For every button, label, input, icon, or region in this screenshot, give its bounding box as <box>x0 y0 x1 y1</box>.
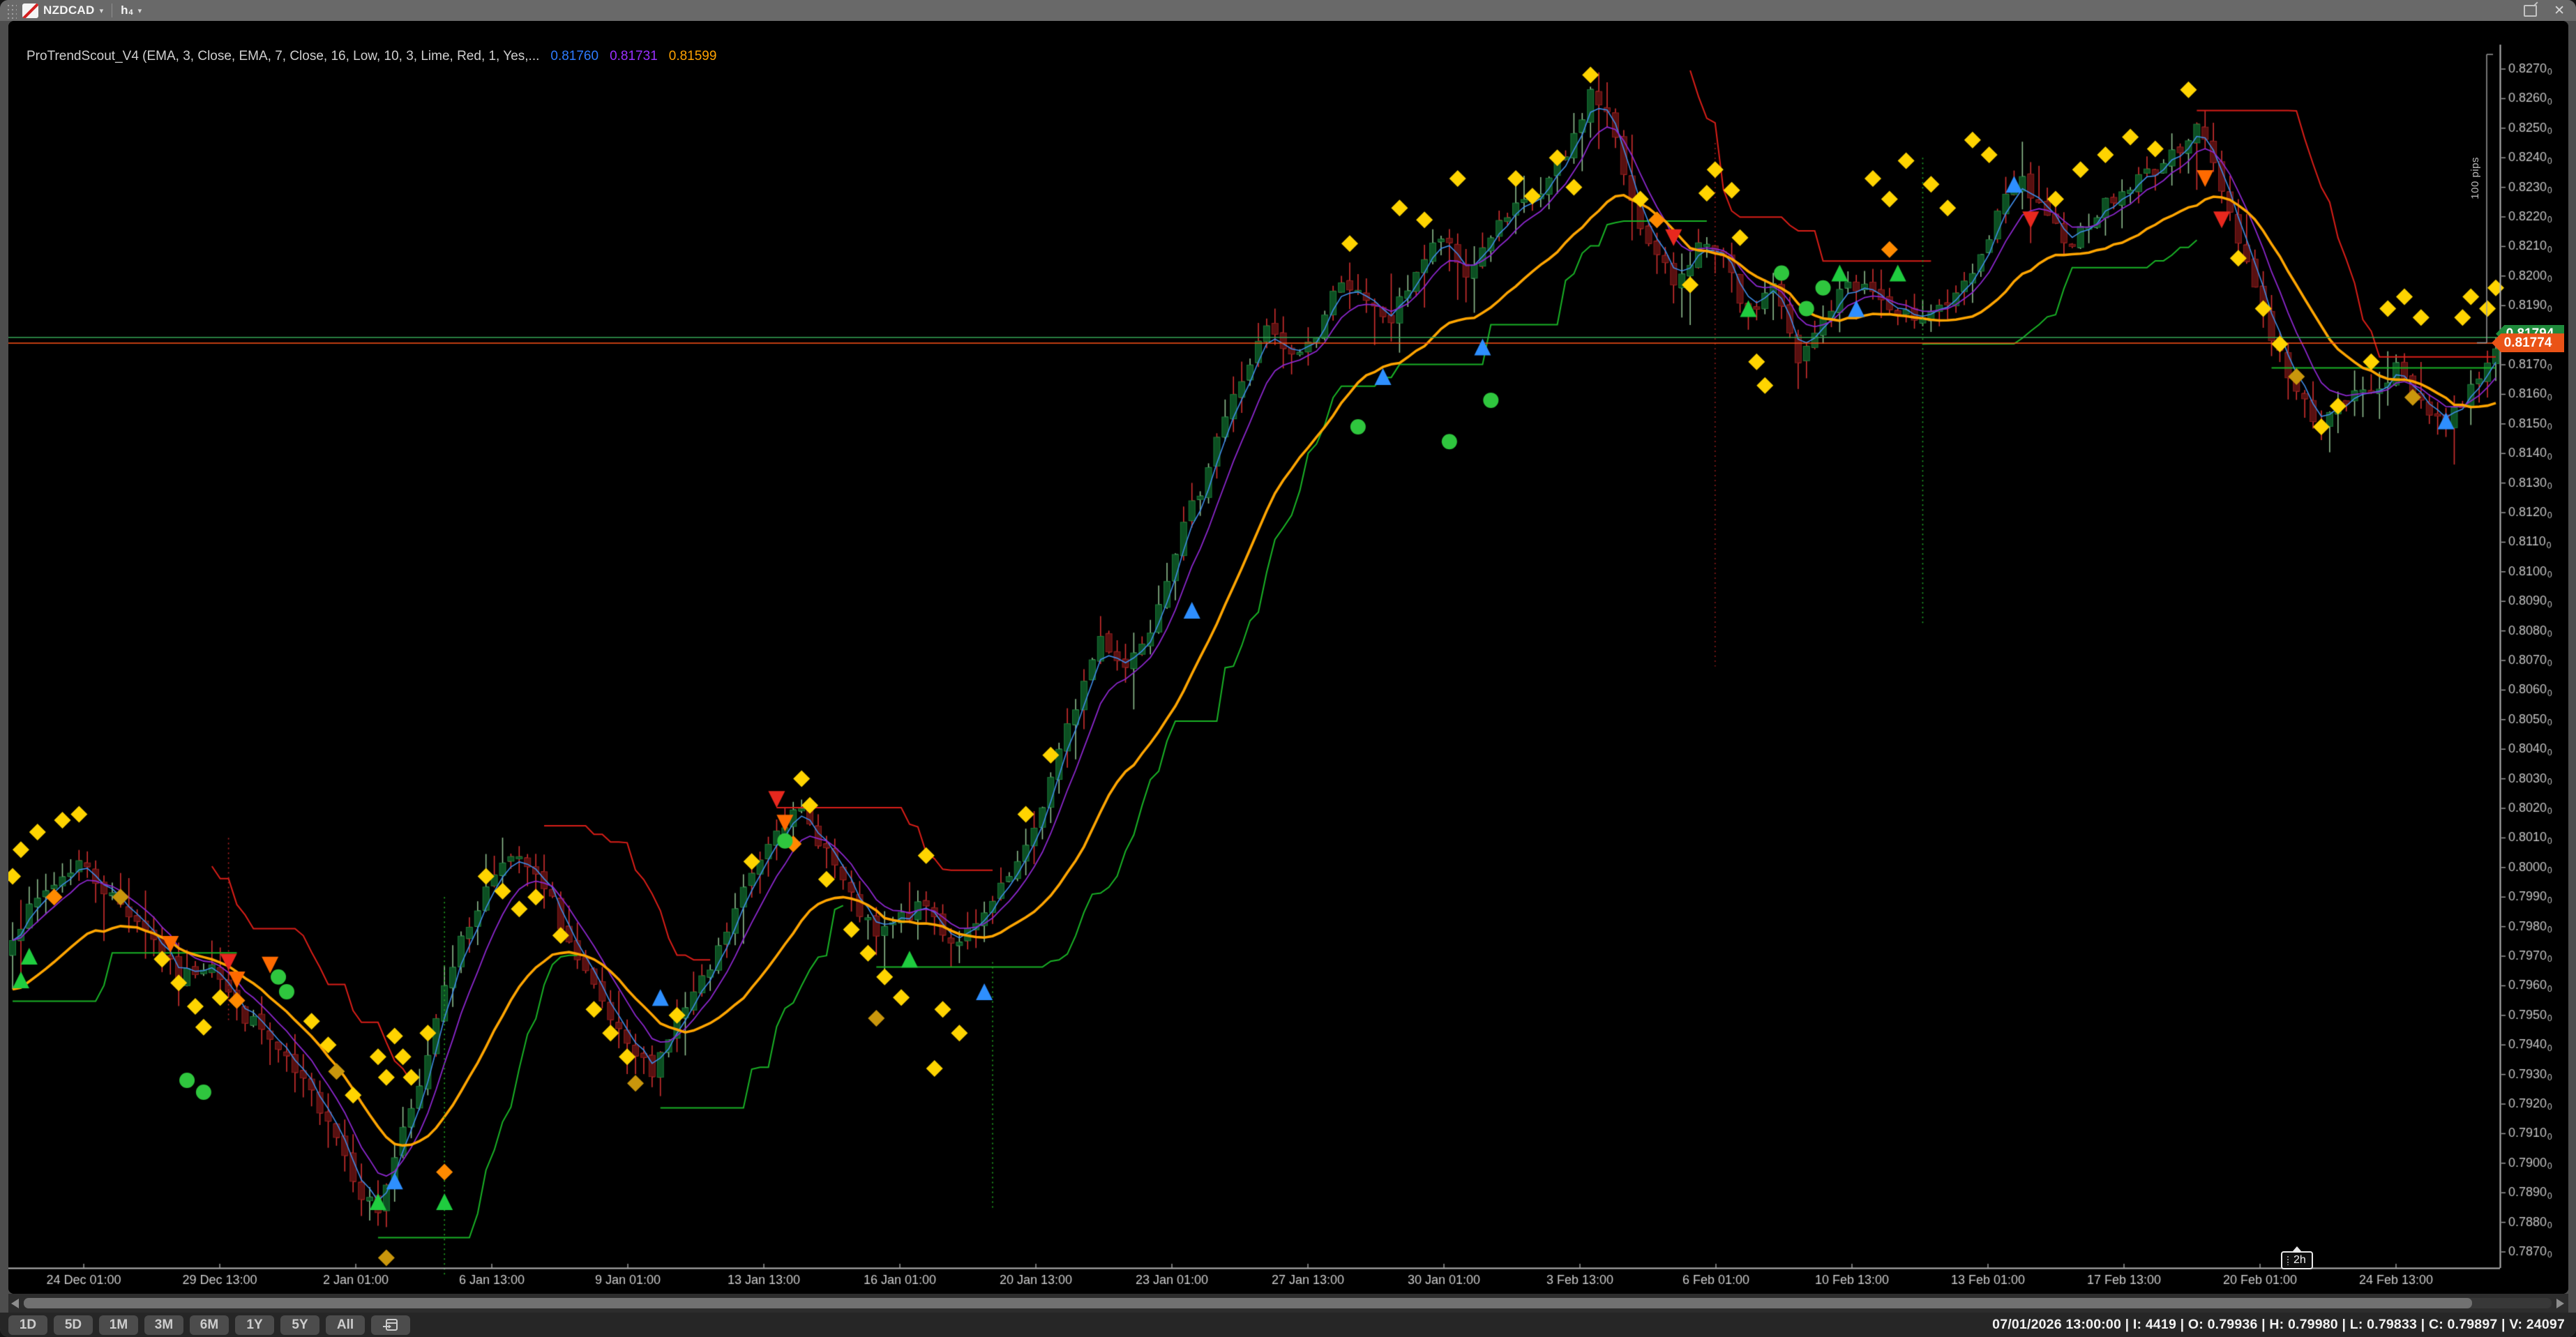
popout-icon[interactable] <box>2524 5 2537 17</box>
range-button-1m[interactable]: 1M <box>99 1315 138 1335</box>
instrument-icon <box>22 3 38 18</box>
chevron-down-icon: ▾ <box>100 6 104 15</box>
scrollbar-track[interactable] <box>24 1298 2552 1308</box>
period-tag-label: 2h <box>2293 1254 2306 1267</box>
close-icon[interactable]: ✕ <box>2554 4 2565 17</box>
range-button-all[interactable]: All <box>326 1315 365 1335</box>
symbol-selector[interactable]: NZDCAD ▾ <box>22 3 103 18</box>
range-button-5y[interactable]: 5Y <box>280 1315 319 1335</box>
range-button-6m[interactable]: 6M <box>190 1315 229 1335</box>
range-button-1d[interactable]: 1D <box>8 1315 47 1335</box>
price-chart-canvas[interactable] <box>8 21 2568 1294</box>
timeframe-label: h4 <box>121 3 133 17</box>
status-bar-ohlc: 07/01/2026 13:00:00 | I: 4419 | O: 0.799… <box>1992 1317 2565 1333</box>
chevron-down-icon: ▾ <box>138 6 142 15</box>
grip-icon <box>2287 1255 2290 1265</box>
title-bar: NZDCAD ▾ h4 ▾ ✕ <box>0 0 2576 21</box>
period-tag-notch <box>2292 1246 2302 1252</box>
pips-ruler-label: 100 pips <box>2469 157 2481 199</box>
horizontal-scrollbar <box>8 1294 2568 1313</box>
indicator-value-slow: 0.81599 <box>669 49 717 63</box>
bar-period-tag[interactable]: 2h <box>2281 1251 2313 1269</box>
scrollbar-thumb[interactable] <box>24 1298 2472 1308</box>
timeframe-selector[interactable]: h4 ▾ <box>121 3 142 17</box>
calendar-icon <box>382 1317 399 1333</box>
last-price-tag: 0.81774 <box>2492 333 2564 352</box>
go-to-date-button[interactable] <box>371 1315 410 1335</box>
indicator-legend[interactable]: ProTrendScout_V4 (EMA, 3, Close, EMA, 7,… <box>27 49 721 64</box>
range-button-1y[interactable]: 1Y <box>235 1315 274 1335</box>
indicator-value-fast: 0.81760 <box>550 49 598 63</box>
symbol-label: NZDCAD <box>43 3 95 17</box>
scroll-left-arrow-icon[interactable] <box>11 1299 19 1308</box>
range-button-5d[interactable]: 5D <box>54 1315 93 1335</box>
indicator-label: ProTrendScout_V4 (EMA, 3, Close, EMA, 7,… <box>27 49 539 63</box>
indicator-value-mid: 0.81731 <box>610 49 658 63</box>
chart-panel: ProTrendScout_V4 (EMA, 3, Close, EMA, 7,… <box>8 21 2568 1294</box>
chart-window: NZDCAD ▾ h4 ▾ ✕ ProTrendScout_V4 (EMA, 3… <box>0 0 2576 1337</box>
scroll-right-arrow-icon[interactable] <box>2556 1299 2564 1308</box>
range-button-3m[interactable]: 3M <box>144 1315 183 1335</box>
bottom-toolbar: 1D 5D 1M 3M 6M 1Y 5Y All 07/01/2026 13:00:00 | … <box>0 1313 2576 1337</box>
drag-handle-icon[interactable] <box>6 2 17 19</box>
